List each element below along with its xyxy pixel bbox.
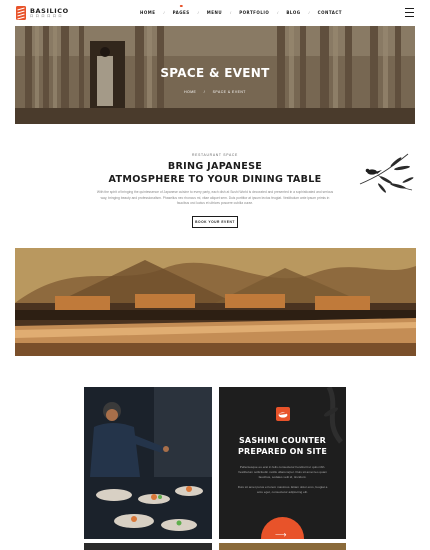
nav-separator: / [230,10,232,15]
chef-photo [84,387,212,539]
logo[interactable]: BASILICO ロ ロ ロ ロ ロ ロ [16,6,69,20]
breadcrumb: HOME / SPACE & EVENT [15,90,415,94]
card-title: SASHIMI COUNTER PREPARED ON SITE [219,435,346,457]
hero-banner: SPACE & EVENT HOME / SPACE & EVENT [15,26,415,124]
bird-branch-illustration [359,153,414,193]
next-card-peek-right [219,543,346,550]
sushi-icon [276,407,290,421]
card-title-line-1: SASHIMI COUNTER [238,436,327,445]
hamburger-menu-icon[interactable] [405,8,414,17]
bird-icon [365,168,382,175]
restaurant-interior-photo [15,248,416,356]
nav-separator: / [163,10,165,15]
sashimi-counter-card: SASHIMI COUNTER PREPARED ON SITE Pellent… [219,387,346,539]
main-nav: HOME / PAGES / MENU / PORTFOLIO / BLOG /… [140,5,342,15]
active-indicator [179,5,183,8]
logo-icon [16,6,26,20]
breadcrumb-current: SPACE & EVENT [212,90,246,94]
nav-separator: / [308,10,310,15]
card-text-2: Duis sit amet purus et lorem maximus. Et… [237,485,328,494]
nav-pages-label: PAGES [172,10,190,15]
page-title: SPACE & EVENT [160,66,270,80]
nav-blog[interactable]: BLOG [286,10,300,15]
nav-menu[interactable]: MENU [207,10,222,15]
nav-portfolio[interactable]: PORTFOLIO [239,10,269,15]
arrow-right-icon: ⟶ [275,530,287,539]
card-title-line-2: PREPARED ON SITE [237,447,327,456]
breadcrumb-separator: / [203,90,206,94]
nav-separator: / [277,10,279,15]
breadcrumb-home[interactable]: HOME [184,90,196,94]
next-card-peek-left [84,543,212,550]
nav-home[interactable]: HOME [140,10,155,15]
book-event-button[interactable]: BOOK YOUR EVENT [192,216,238,228]
logo-tagline: ロ ロ ロ ロ ロ ロ [30,14,63,19]
card-text-1: Pellentesque eu erat in felis consectetu… [237,465,328,479]
nav-pages[interactable]: PAGES [172,5,190,15]
section-paragraph: With the spirit of bringing the quintess… [96,190,334,205]
nav-contact[interactable]: CONTACT [318,10,342,15]
nav-separator: / [197,10,199,15]
site-header: BASILICO ロ ロ ロ ロ ロ ロ HOME / PAGES / MENU… [0,0,430,26]
